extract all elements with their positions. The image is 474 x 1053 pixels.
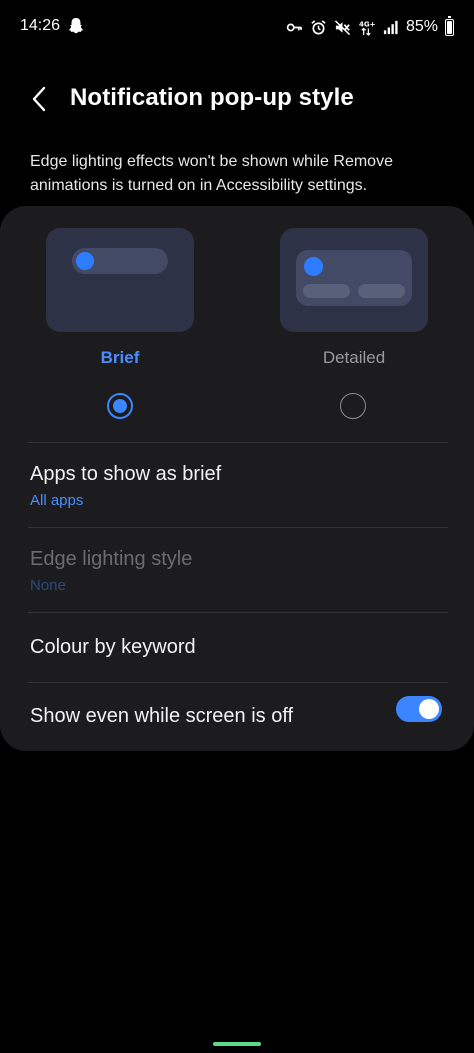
row-title: Colour by keyword [30, 636, 196, 658]
battery-percentage: 85% [405, 18, 438, 35]
alarm-icon [311, 19, 326, 34]
snapchat-ghost-icon [68, 18, 84, 34]
colour-by-keyword-row[interactable]: Colour by keyword [0, 613, 474, 681]
brief-label: Brief [100, 348, 140, 367]
detailed-label: Detailed [322, 348, 386, 367]
detailed-preview-bar [358, 284, 405, 298]
row-title: Edge lighting style [30, 548, 193, 570]
toggle-knob [419, 699, 439, 719]
mute-icon [334, 19, 351, 35]
detailed-preview-dot [304, 257, 323, 276]
svg-text:4G+: 4G+ [359, 19, 375, 28]
detailed-preview-bar [303, 284, 350, 298]
detailed-preview-box [296, 250, 412, 306]
battery-icon [445, 15, 454, 36]
row-value: None [30, 577, 66, 594]
page-title: Notification pop-up style [70, 84, 354, 111]
brief-radio[interactable] [107, 393, 133, 419]
show-while-screen-off-row[interactable]: Show even while screen is off [0, 683, 474, 751]
row-value: All apps [30, 492, 84, 509]
row-title: Show even while screen is off [30, 705, 294, 727]
detailed-style-option[interactable]: Detailed [280, 228, 428, 370]
brief-preview [46, 228, 194, 332]
status-time: 14:26 [20, 17, 61, 34]
detailed-radio[interactable] [340, 393, 366, 419]
brief-style-option[interactable]: Brief [46, 228, 194, 370]
brief-preview-dot [76, 252, 94, 270]
brief-preview-pill [72, 248, 168, 274]
data-4g-icon: 4G+ [359, 19, 375, 36]
back-button[interactable] [22, 82, 56, 116]
battery-level-fill [447, 20, 452, 34]
edge-lighting-style-row[interactable]: Edge lighting style None [0, 528, 474, 612]
chevron-left-icon [32, 86, 46, 112]
row-title: Apps to show as brief [30, 463, 222, 485]
settings-card: Brief Detailed Apps to show as brief All… [0, 206, 474, 751]
apps-to-show-as-brief-row[interactable]: Apps to show as brief All apps [0, 443, 474, 527]
status-icons: 4G+ 85% [286, 15, 454, 38]
accessibility-notice: Edge lighting effects won't be shown whi… [30, 153, 393, 194]
signal-icon [383, 20, 398, 34]
status-bar: 14:26 4G+ 85% [0, 0, 474, 56]
detailed-preview [280, 228, 428, 332]
home-indicator[interactable] [213, 1042, 261, 1046]
screen-off-toggle[interactable] [396, 696, 442, 722]
key-icon [286, 23, 302, 31]
